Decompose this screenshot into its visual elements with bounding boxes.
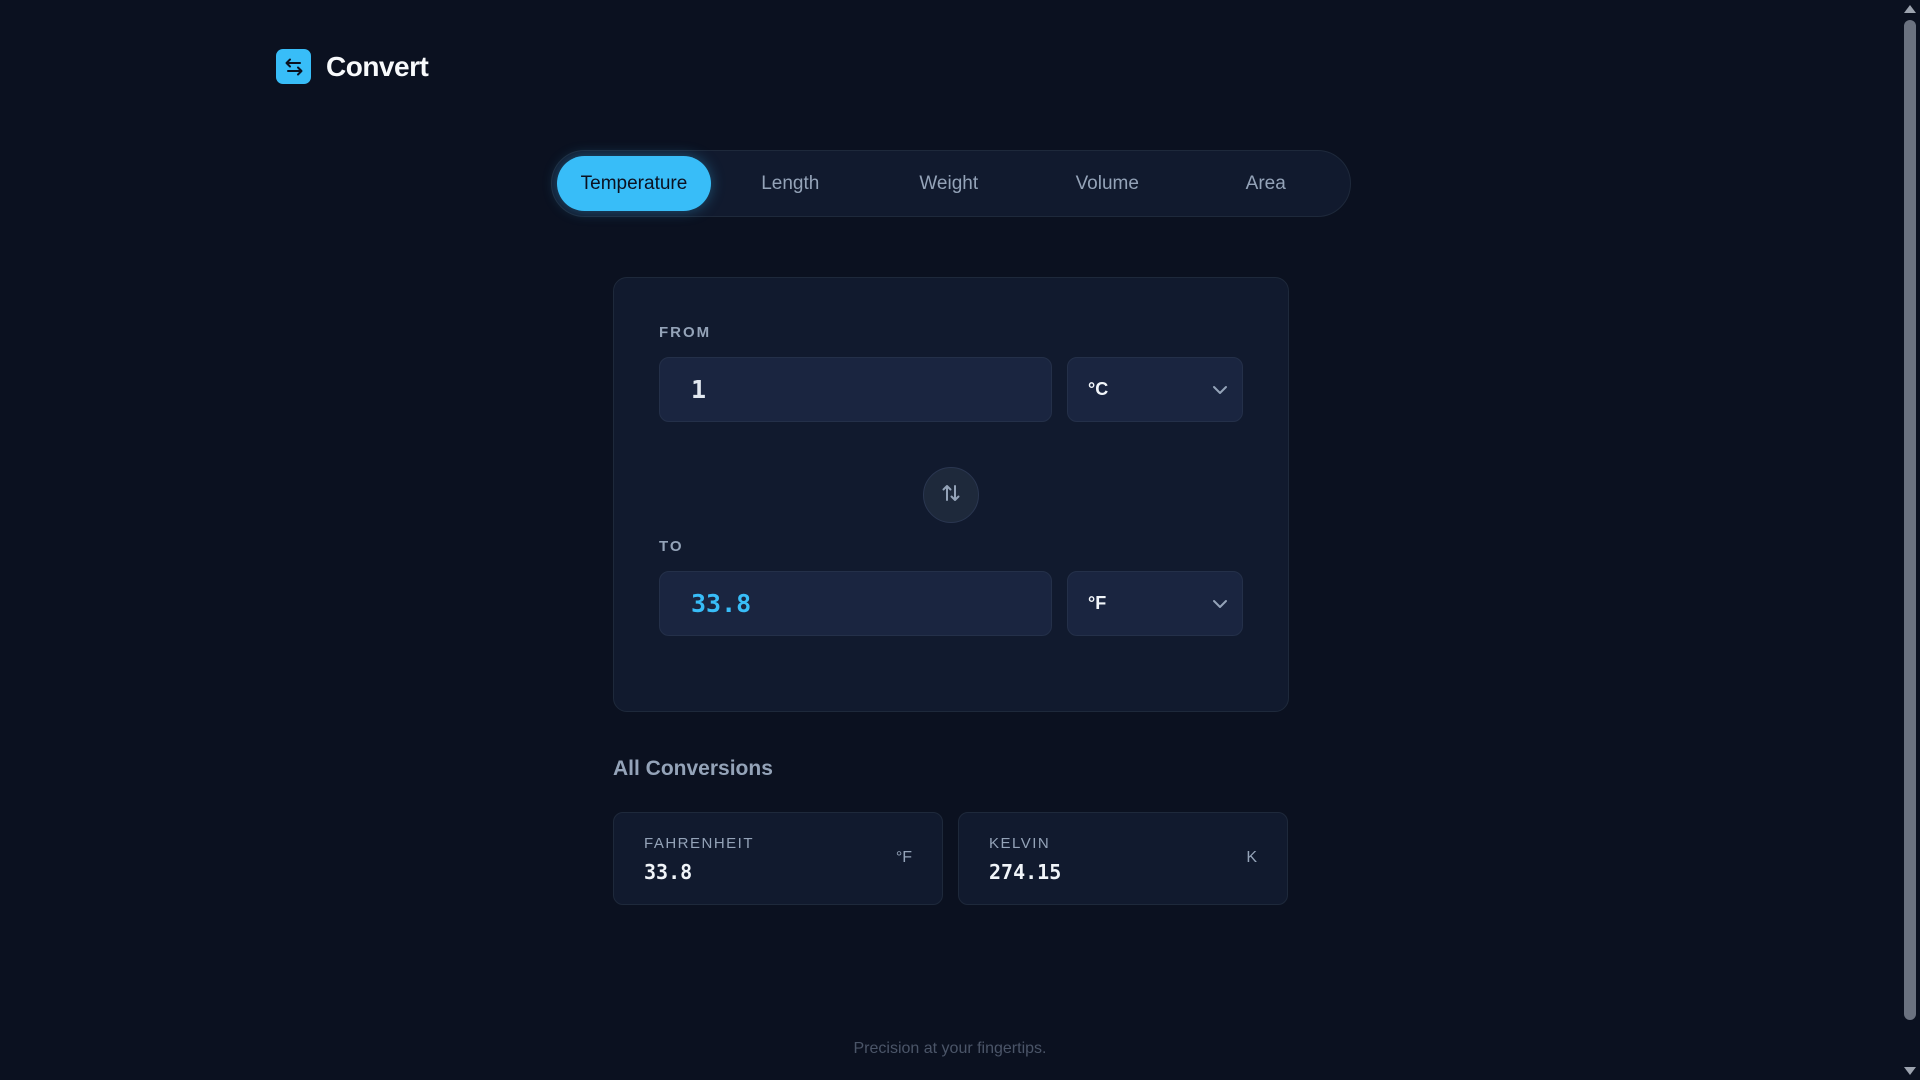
scrollbar-thumb[interactable] bbox=[1904, 20, 1916, 1020]
app-root: Convert Temperature Length Weight Volume… bbox=[0, 0, 1900, 1080]
tab-area[interactable]: Area bbox=[1187, 156, 1346, 211]
conversion-value: 274.15 bbox=[989, 860, 1062, 884]
scroll-down-arrow-icon[interactable] bbox=[1904, 1067, 1916, 1075]
tab-volume[interactable]: Volume bbox=[1028, 156, 1187, 211]
conversion-unit: °F bbox=[895, 849, 912, 866]
swap-vertical-icon bbox=[940, 482, 962, 509]
app-title: Convert bbox=[326, 50, 429, 82]
chevron-down-icon bbox=[1212, 379, 1228, 400]
scroll-up-arrow-icon[interactable] bbox=[1904, 5, 1916, 13]
from-unit-select[interactable]: °C bbox=[1067, 357, 1243, 422]
from-value-input[interactable]: 1 bbox=[659, 357, 1052, 422]
footer-tagline: Precision at your fingertips. bbox=[853, 1040, 1047, 1057]
from-label: FROM bbox=[659, 324, 712, 341]
tab-temperature[interactable]: Temperature bbox=[557, 156, 711, 211]
brand: Convert bbox=[276, 49, 429, 84]
category-tabs: Temperature Length Weight Volume Area bbox=[551, 150, 1351, 217]
chevron-down-icon bbox=[1212, 593, 1228, 614]
conversion-unit: K bbox=[1246, 849, 1257, 866]
to-unit-select[interactable]: °F bbox=[1067, 571, 1243, 636]
to-unit-value: °F bbox=[1088, 593, 1107, 613]
converter-card: FROM 1 °C TO 33.8 °F bbox=[613, 277, 1289, 712]
conversion-name: KELVIN bbox=[989, 835, 1051, 852]
all-conversions-title: All Conversions bbox=[613, 757, 773, 780]
tab-weight[interactable]: Weight bbox=[870, 156, 1029, 211]
to-label: TO bbox=[659, 538, 684, 555]
swap-button[interactable] bbox=[923, 467, 979, 523]
swap-arrows-icon bbox=[276, 49, 311, 84]
vertical-scrollbar[interactable] bbox=[1900, 0, 1920, 1080]
from-unit-value: °C bbox=[1088, 379, 1109, 399]
tab-length[interactable]: Length bbox=[711, 156, 870, 211]
conversion-card-kelvin: KELVIN 274.15 K bbox=[958, 812, 1288, 905]
conversion-card-fahrenheit: FAHRENHEIT 33.8 °F bbox=[613, 812, 943, 905]
conversion-value: 33.8 bbox=[644, 860, 693, 884]
conversion-name: FAHRENHEIT bbox=[644, 835, 755, 852]
to-value-output[interactable]: 33.8 bbox=[659, 571, 1052, 636]
